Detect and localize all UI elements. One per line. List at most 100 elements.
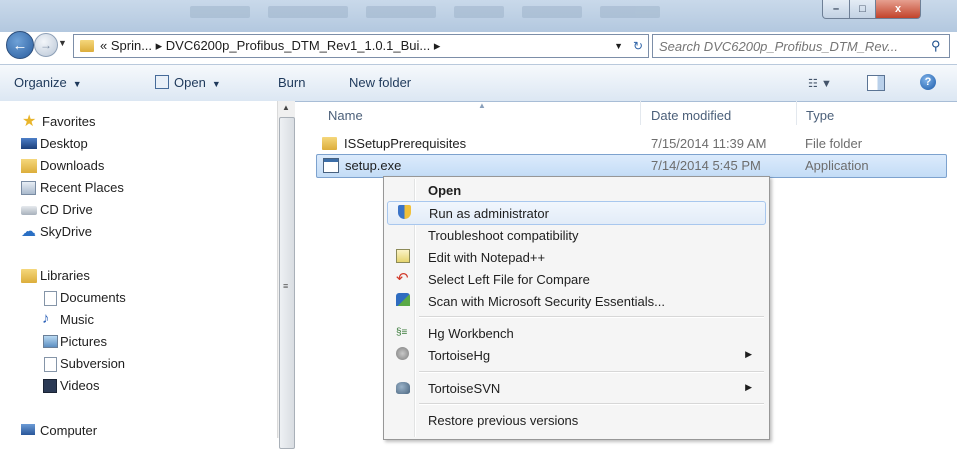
burn-button[interactable]: Burn	[278, 75, 305, 90]
libraries-icon	[21, 269, 37, 283]
security-essentials-icon	[396, 293, 410, 306]
title-bar	[0, 0, 957, 32]
open-icon	[155, 75, 169, 89]
submenu-arrow-icon: ▶	[745, 349, 752, 359]
submenu-arrow-icon: ▶	[745, 382, 752, 392]
maximize-button[interactable]: □	[849, 0, 876, 19]
help-button[interactable]: ?	[920, 74, 936, 90]
recent-pages-dropdown[interactable]: ▼	[58, 38, 67, 48]
organize-button[interactable]: Organize ▼	[14, 75, 82, 90]
nav-subversion[interactable]: Subversion	[44, 356, 126, 372]
column-type[interactable]: Type	[806, 108, 834, 132]
column-divider[interactable]	[796, 101, 797, 125]
scroll-up-icon[interactable]: ▲	[282, 103, 290, 112]
scroll-grip-icon: ≡	[283, 281, 289, 291]
nav-documents[interactable]: Documents	[44, 290, 126, 306]
nav-label: Documents	[60, 290, 126, 305]
menu-item-tortoisehg[interactable]: TortoiseHg ▶	[387, 344, 764, 366]
minimize-button[interactable]: –	[822, 0, 850, 19]
nav-label: Music	[60, 312, 94, 327]
nav-label: Subversion	[60, 356, 126, 371]
search-icon[interactable]: ⚲	[931, 38, 949, 54]
refresh-icon: ↻	[632, 39, 644, 53]
menu-label: Scan with Microsoft Security Essentials.…	[428, 294, 665, 309]
menu-item-restore-previous-versions[interactable]: Restore previous versions	[387, 409, 764, 431]
nav-recent-places[interactable]: Recent Places	[21, 180, 124, 195]
command-bar: Organize ▼ Open ▼ Burn New folder ☷ ▼ ?	[0, 64, 957, 102]
address-path[interactable]: « Sprin... ▸ DVC6200p_Profibus_DTM_Rev1_…	[100, 38, 440, 54]
file-row-setup-exe[interactable]: setup.exe 7/14/2014 5:45 PM Application	[316, 154, 947, 178]
forward-button[interactable]: →	[34, 33, 58, 57]
nav-desktop[interactable]: Desktop	[21, 136, 88, 151]
column-divider[interactable]	[640, 101, 641, 125]
notepad-icon	[396, 249, 410, 263]
menu-item-select-left-file-for-compare[interactable]: ↶ Select Left File for Compare	[387, 268, 764, 290]
address-bar[interactable]: « Sprin... ▸ DVC6200p_Profibus_DTM_Rev1_…	[73, 34, 630, 58]
nav-videos[interactable]: Videos	[43, 378, 100, 393]
file-row-issetupprerequisites[interactable]: ISSetupPrerequisites 7/15/2014 11:39 AM …	[316, 133, 936, 155]
change-view-button[interactable]: ☷ ▼	[808, 77, 832, 90]
chevron-down-icon: ▼	[820, 78, 832, 90]
forward-arrow-icon: →	[40, 38, 52, 52]
nav-downloads[interactable]: Downloads	[21, 158, 104, 173]
search-box[interactable]: ⚲	[652, 34, 950, 58]
folder-icon	[322, 137, 337, 150]
tortoisehg-icon	[396, 347, 409, 360]
menu-item-tortoisesvn[interactable]: TortoiseSVN ▶	[387, 377, 764, 399]
menu-item-run-as-administrator[interactable]: Run as administrator	[387, 201, 766, 225]
menu-label: TortoiseSVN	[428, 381, 501, 396]
nav-skydrive[interactable]: ☁ SkyDrive	[21, 223, 93, 240]
blurred-title-content	[190, 6, 770, 20]
downloads-icon	[21, 159, 37, 173]
context-menu: Open Run as administrator Troubleshoot c…	[383, 176, 770, 440]
menu-item-hg-workbench[interactable]: §≡ Hg Workbench	[387, 322, 764, 344]
nav-label: Libraries	[40, 268, 90, 283]
compare-icon: ↶	[396, 270, 409, 287]
menu-item-open[interactable]: Open	[387, 179, 764, 201]
preview-pane-button[interactable]	[867, 75, 885, 91]
address-dropdown-icon[interactable]: ▼	[614, 41, 623, 51]
nav-label: Desktop	[40, 136, 88, 151]
menu-item-troubleshoot-compatibility[interactable]: Troubleshoot compatibility	[387, 224, 764, 246]
close-button[interactable]: x	[875, 0, 921, 19]
menu-separator	[419, 403, 764, 405]
music-icon: ♪	[42, 310, 50, 327]
column-name[interactable]: Name	[328, 108, 363, 132]
documents-icon	[44, 291, 57, 306]
pictures-icon	[43, 335, 58, 348]
recent-places-icon	[21, 181, 36, 195]
views-icon: ☷	[808, 78, 818, 90]
menu-item-scan-with-mse[interactable]: Scan with Microsoft Security Essentials.…	[387, 290, 764, 312]
menu-item-edit-with-notepad[interactable]: Edit with Notepad++	[387, 246, 764, 268]
nav-label: SkyDrive	[40, 224, 93, 239]
nav-music[interactable]: ♪ Music	[42, 310, 94, 327]
nav-label: Pictures	[60, 334, 107, 349]
nav-libraries[interactable]: Libraries	[21, 268, 90, 283]
menu-separator	[419, 316, 764, 318]
file-type: File folder	[805, 136, 863, 151]
menu-label: Select Left File for Compare	[428, 272, 590, 287]
file-date: 7/14/2014 5:45 PM	[651, 158, 761, 173]
organize-label: Organize	[14, 75, 67, 90]
nav-scrollbar[interactable]: ▲ ≡	[277, 101, 295, 449]
nav-label: Favorites	[42, 114, 96, 129]
open-button[interactable]: Open ▼	[155, 75, 221, 90]
application-icon	[323, 158, 339, 173]
back-button[interactable]: ←	[6, 31, 34, 59]
chevron-down-icon: ▼	[211, 79, 221, 89]
back-arrow-icon: ←	[12, 36, 28, 54]
file-type: Application	[805, 158, 869, 173]
nav-favorites[interactable]: ★ Favorites	[22, 113, 96, 130]
nav-computer[interactable]: Computer	[21, 423, 97, 438]
hg-workbench-icon: §≡	[396, 327, 408, 338]
search-input[interactable]	[653, 37, 931, 55]
subversion-icon	[44, 357, 57, 372]
new-folder-button[interactable]: New folder	[349, 75, 411, 90]
nav-pictures[interactable]: Pictures	[43, 334, 107, 349]
menu-label: Restore previous versions	[428, 413, 579, 428]
refresh-button[interactable]: ↻	[628, 34, 649, 58]
star-icon: ★	[22, 113, 37, 130]
column-date-modified[interactable]: Date modified	[651, 108, 731, 132]
nav-cd-drive[interactable]: CD Drive	[21, 202, 93, 217]
computer-icon	[21, 424, 35, 435]
